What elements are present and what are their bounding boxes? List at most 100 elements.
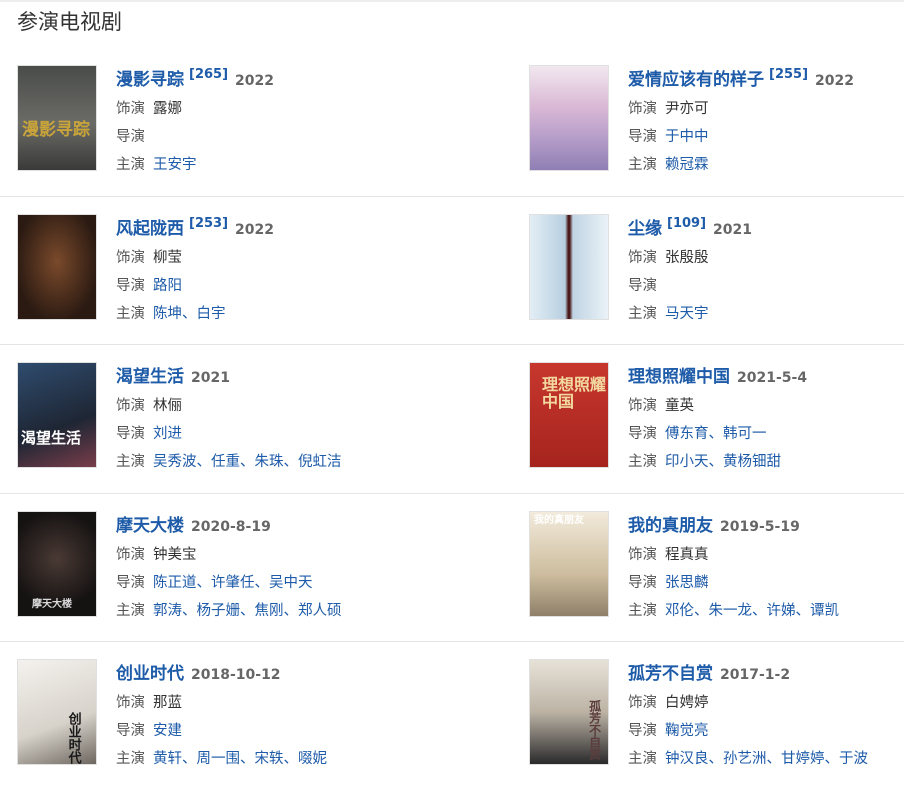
reference-link[interactable]: [253] [189,216,228,231]
director-name-link[interactable]: 刘进 [153,426,182,442]
lead-name-link[interactable]: 吴秀波 [153,454,197,470]
drama-poster[interactable]: 渴望生活 [17,362,97,468]
drama-poster[interactable]: 创业时代 [17,659,97,765]
lead-name-link[interactable]: 黄轩 [153,751,182,767]
drama-title-link[interactable]: 孤芳不自赏 [628,664,713,684]
lead-label: 主演 [116,305,145,322]
director-row: 导演 安建 [116,717,517,745]
drama-year: 2021 [191,370,230,386]
drama-title-link[interactable]: 摩天大楼 [116,516,184,536]
lead-name-link[interactable]: 郭涛 [153,603,182,619]
drama-title-link[interactable]: 理想照耀中国 [628,367,730,387]
name-separator: 、 [752,602,767,619]
drama-poster[interactable] [17,213,97,320]
lead-name-link[interactable]: 任重 [211,454,240,470]
drama-year: 2022 [235,221,274,238]
director-name-link[interactable]: 陈正道 [153,575,197,591]
director-label: 导演 [116,277,145,294]
role-value: 白娉婷 [665,695,709,711]
director-name-link[interactable]: 许肇任 [211,575,255,591]
name-separator: 、 [196,454,212,470]
lead-name-link[interactable]: 邓伦 [665,603,694,619]
drama-item: 爱情应该有的样子 [255] 2022 饰演 尹亦可 导演 于中中 主演 赖冠霖 [529,65,904,173]
role-row: 饰演 程真真 [628,541,904,569]
lead-label: 主演 [116,454,145,470]
drama-poster[interactable]: 我的真朋友 [529,510,609,617]
lead-name-link[interactable]: 周一围 [197,751,241,767]
lead-name-link[interactable]: 朱珠 [255,454,284,470]
drama-poster[interactable]: 摩天大楼 [17,510,97,617]
lead-name-link[interactable]: 谭凯 [810,603,839,619]
director-name-link[interactable]: 安建 [153,723,182,739]
lead-row: 主演 赖冠霖 [628,151,904,179]
lead-name-link[interactable]: 印小天 [665,454,709,470]
drama-poster[interactable] [529,65,609,171]
drama-title-link[interactable]: 渴望生活 [116,367,184,387]
reference-link[interactable]: [255] [769,67,808,82]
director-name-link[interactable]: 于中中 [665,129,709,145]
name-separator: 、 [766,751,782,767]
drama-poster[interactable] [529,213,609,320]
drama-poster[interactable]: 漫影寻踪 [17,65,97,171]
director-row: 导演 陈正道、许肇任、吴中天 [116,569,517,597]
lead-row: 主演 印小天、黄杨钿甜 [628,448,904,476]
lead-name-link[interactable]: 白宇 [197,306,226,322]
lead-name-link[interactable]: 陈坤 [153,306,182,322]
role-value: 童英 [665,398,694,414]
lead-name-link[interactable]: 焦刚 [255,603,284,619]
drama-year: 2017-1-2 [720,667,791,683]
lead-name-link[interactable]: 啜妮 [298,751,327,767]
drama-info: 我的真朋友 2019-5-19 饰演 程真真 导演 张思麟 主演 邓伦、朱一龙、许娣、谭凯 [628,511,904,625]
lead-name-link[interactable]: 倪虹洁 [298,454,342,470]
lead-name-link[interactable]: 甘婷婷 [781,751,825,767]
drama-poster[interactable]: 孤芳不自赏 [529,659,609,765]
lead-name-link[interactable]: 孙艺洲 [723,751,767,767]
lead-name-link[interactable]: 黄杨钿甜 [723,454,781,470]
role-value: 钟美宝 [153,546,197,563]
role-row: 饰演 露娜 [116,95,517,123]
name-separator: 、 [824,751,840,767]
director-name-link[interactable]: 张思麟 [665,575,709,591]
lead-label: 主演 [628,751,657,767]
name-separator: 、 [283,602,299,619]
director-name-link[interactable]: 鞠觉亮 [665,723,709,739]
director-row: 导演 鞠觉亮 [628,717,904,745]
lead-label: 主演 [628,305,657,322]
drama-title-link[interactable]: 风起陇西 [116,219,184,239]
role-label: 饰演 [628,695,657,711]
drama-year: 2019-5-19 [720,518,800,535]
poster-logo-text: 孤芳不自赏 [587,700,602,760]
lead-name-link[interactable]: 朱一龙 [709,603,753,619]
title-line: 渴望生活 2021 [116,362,517,392]
lead-name-link[interactable]: 郑人硕 [298,603,342,619]
drama-poster[interactable]: 理想照耀中国 [529,362,609,468]
lead-name-link[interactable]: 赖冠霖 [665,157,709,173]
lead-name-link[interactable]: 宋轶 [255,751,284,767]
lead-label: 主演 [116,751,145,767]
director-name-link[interactable]: 路阳 [153,278,182,294]
lead-name-link[interactable]: 杨子姗 [197,603,241,619]
drama-title-link[interactable]: 漫影寻踪 [116,70,184,90]
reference-link[interactable]: [265] [189,67,228,82]
poster-logo-text: 摩天大楼 [32,598,72,610]
drama-info: 爱情应该有的样子 [255] 2022 饰演 尹亦可 导演 于中中 主演 赖冠霖 [628,65,904,179]
drama-title-link[interactable]: 我的真朋友 [628,516,713,536]
lead-name-link[interactable]: 于波 [839,751,868,767]
drama-title-link[interactable]: 爱情应该有的样子 [628,70,764,90]
lead-name-link[interactable]: 马天宇 [665,306,709,322]
director-name-link[interactable]: 吴中天 [269,575,313,591]
director-name-link[interactable]: 韩可一 [723,426,767,442]
lead-label: 主演 [116,157,145,173]
drama-row: 渴望生活 渴望生活 2021 饰演 林俪 导演 刘进 主演 吴秀波、任重、朱珠、倪虹洁 理想照耀中… [0,345,904,494]
drama-title-link[interactable]: 创业时代 [116,664,184,684]
drama-title-link[interactable]: 尘缘 [628,219,662,239]
lead-name-link[interactable]: 王安宇 [153,157,197,173]
drama-item: 漫影寻踪 漫影寻踪 [265] 2022 饰演 露娜 导演 主演 王安宇 [17,65,517,173]
lead-row: 主演 陈坤、白宇 [116,300,517,328]
director-label: 导演 [628,723,657,739]
lead-name-link[interactable]: 许娣 [767,603,796,619]
director-name-link[interactable]: 傅东育 [665,426,709,442]
top-divider [0,0,904,2]
reference-link[interactable]: [109] [667,216,706,231]
lead-name-link[interactable]: 钟汉良 [665,751,709,767]
